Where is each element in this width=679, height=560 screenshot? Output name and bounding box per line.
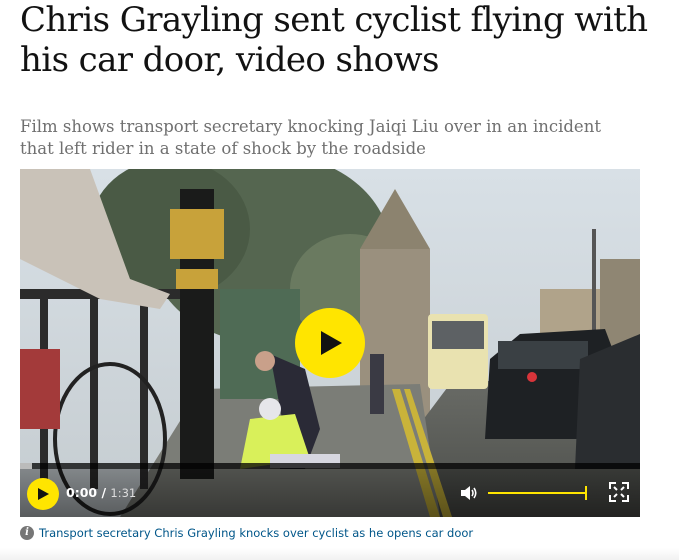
play-icon [38,488,49,500]
bottom-fade [0,548,679,560]
duration: 1:31 [110,486,137,500]
time-separator: / [101,485,107,500]
video-caption: i Transport secretary Chris Grayling kno… [20,525,660,541]
control-bar: 0:00 / 1:31 [20,469,640,517]
big-play-button[interactable] [295,308,365,378]
article-standfirst: Film shows transport secretary knocking … [20,117,601,158]
play-button[interactable] [27,478,59,510]
video-player[interactable]: 0:00 / 1:31 [20,169,640,517]
current-time: 0:00 [66,485,98,500]
volume-handle[interactable] [585,486,587,500]
volume-icon[interactable] [459,483,479,503]
volume-slider[interactable] [488,492,586,494]
fullscreen-icon[interactable] [608,481,630,503]
caption-text: Transport secretary Chris Grayling knock… [39,526,474,540]
play-icon [321,331,342,355]
time-display: 0:00 / 1:31 [66,485,136,500]
info-icon: i [20,526,34,540]
article-headline: Chris Grayling sent cyclist flying with … [20,0,648,80]
